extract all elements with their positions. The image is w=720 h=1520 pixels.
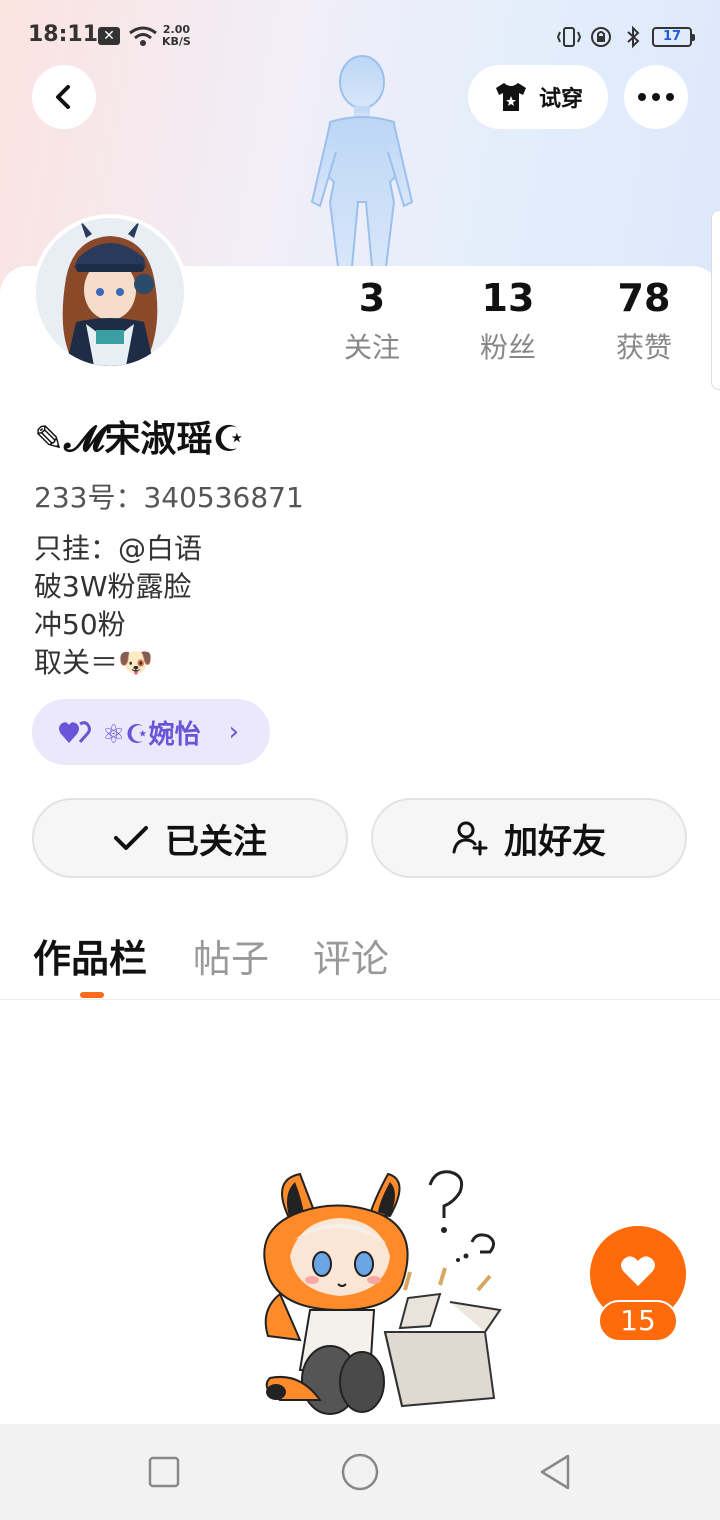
check-icon [114, 826, 148, 850]
tshirt-icon [495, 83, 526, 111]
try-on-button[interactable]: 试穿 [468, 65, 608, 129]
triangle-back-icon[interactable] [536, 1452, 576, 1492]
avatar-image [36, 218, 184, 366]
square-icon[interactable] [144, 1452, 184, 1492]
stat-value: 13 [481, 276, 535, 320]
following-button[interactable]: 已关注 [32, 798, 348, 878]
bio-line: 取关＝🐶 [34, 646, 153, 679]
tab-comments[interactable]: 评论 [313, 928, 389, 983]
avatar[interactable] [32, 214, 188, 370]
heart-icon [621, 1256, 655, 1286]
stat-value: 78 [617, 276, 671, 320]
content-tabs: 作品栏 帖子 评论 [0, 920, 720, 1000]
stat-likes[interactable]: 78 获赞 [584, 276, 704, 366]
following-label: 已关注 [165, 821, 267, 862]
user-id[interactable]: 233号：340536871 [34, 476, 304, 516]
battery-indicator: 17 [652, 27, 695, 47]
notification-x-icon: ✕ [98, 27, 120, 45]
bio-line: 破3W粉露脸 [34, 570, 192, 603]
add-friend-label: 加好友 [504, 821, 606, 862]
cp-name: ⚛☪婉怡 [102, 719, 201, 750]
circle-icon[interactable] [340, 1452, 380, 1492]
more-icon [638, 93, 674, 101]
tab-indicator [80, 992, 104, 998]
chevron-right-icon: › [228, 717, 240, 747]
system-navigation-bar [0, 1424, 720, 1520]
stat-label: 关注 [343, 331, 400, 364]
empty-state-illustration [263, 1170, 502, 1415]
nickname: ✎𝓜宋淑瑶☪ [34, 419, 245, 460]
add-user-icon [452, 821, 488, 856]
bio-line: 冲50粉 [34, 608, 126, 641]
like-count-badge: 15 [598, 1300, 678, 1342]
try-on-label: 试穿 [538, 87, 583, 112]
stat-label: 粉丝 [479, 331, 536, 364]
back-icon [56, 85, 70, 109]
bio-line: 只挂：@白语 [34, 532, 203, 565]
stat-followers[interactable]: 13 粉丝 [448, 276, 568, 366]
status-bar: 18:11 ✕ 2.00 KB/S 17 [0, 0, 720, 72]
cp-badge[interactable]: ⚛☪婉怡 › [32, 699, 270, 765]
bio: 只挂：@白语 破3W粉露脸 冲50粉 取关＝🐶 [34, 530, 202, 682]
add-friend-button[interactable]: 加好友 [371, 798, 687, 878]
status-time: 18:11 [28, 22, 99, 47]
status-icons: 17 [556, 24, 695, 50]
avatar-figure-outfit [310, 55, 414, 267]
wifi-icon [129, 26, 157, 46]
vibrate-icon [556, 27, 582, 47]
network-speed: 2.00 KB/S [162, 23, 191, 48]
profile-stats: 3 关注 13 粉丝 78 获赞 [300, 276, 720, 376]
back-button[interactable] [32, 65, 96, 129]
tab-posts[interactable]: 帖子 [193, 928, 269, 983]
stat-following[interactable]: 3 关注 [312, 276, 432, 366]
tab-works[interactable]: 作品栏 [33, 928, 147, 983]
lock-rotation-icon [591, 27, 611, 47]
double-heart-icon [59, 721, 91, 743]
bluetooth-icon [627, 25, 640, 49]
stat-label: 获赞 [615, 331, 672, 364]
stat-value: 3 [358, 276, 386, 320]
more-button[interactable] [624, 65, 688, 129]
